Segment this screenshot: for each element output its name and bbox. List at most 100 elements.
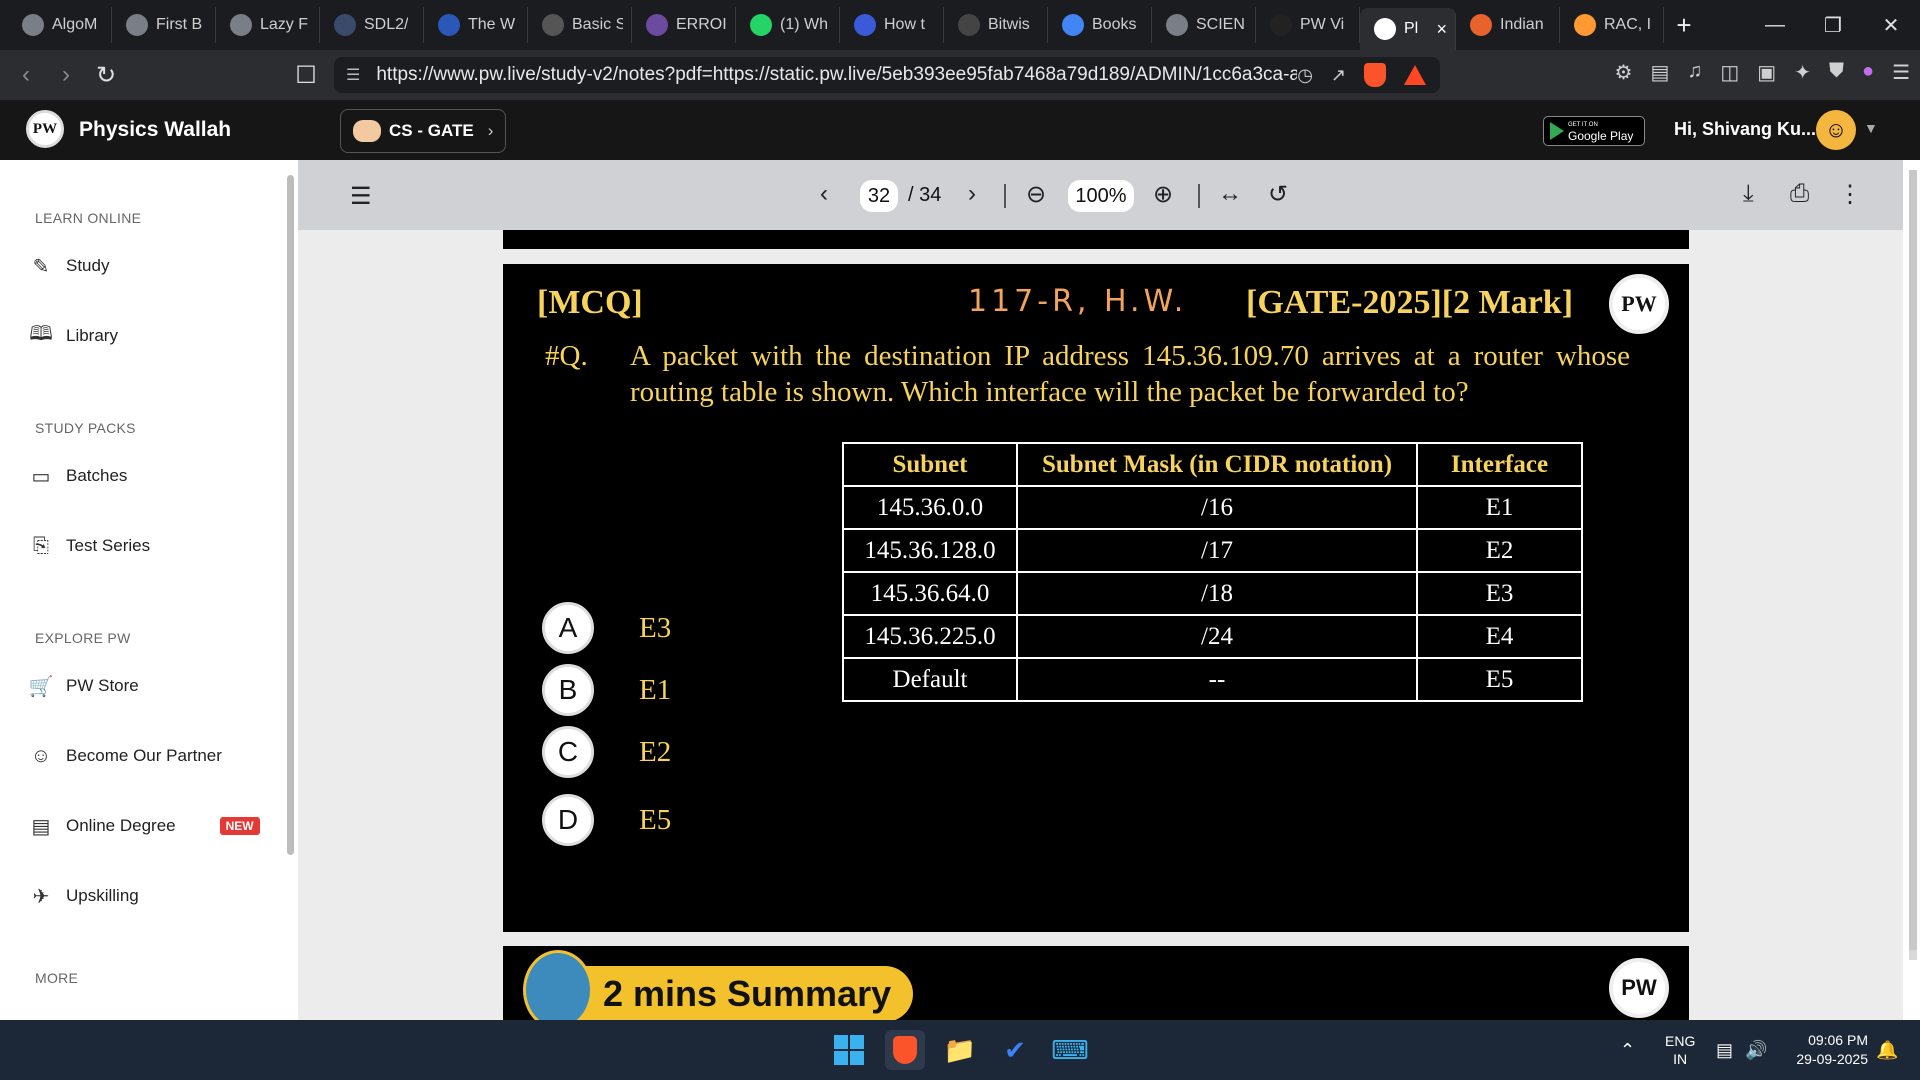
forward-button[interactable]: › <box>48 57 84 93</box>
more-options-icon[interactable]: ⋮ <box>1838 180 1862 209</box>
volume-icon[interactable]: 🔊 <box>1745 1040 1767 1061</box>
leo-icon[interactable]: ✦ <box>1794 60 1811 85</box>
browser-tab[interactable]: SCIEN <box>1152 7 1256 43</box>
language-label: ENG <box>1665 1033 1696 1049</box>
windows-start-icon[interactable] <box>829 1030 869 1070</box>
tab-label: Books <box>1092 16 1137 33</box>
pw-watermark-logo: PW <box>1609 274 1669 334</box>
site-settings-icon[interactable]: ☰ <box>346 65 360 85</box>
browser-tab[interactable]: SDL2/ <box>320 7 424 43</box>
tab-favicon-icon <box>1270 14 1292 36</box>
restore-button[interactable]: ❐ <box>1804 0 1862 50</box>
vpn-icon[interactable]: ⛊ <box>1829 60 1844 85</box>
brave-browser-icon[interactable] <box>885 1030 925 1070</box>
browser-tab[interactable]: RAC, I <box>1560 7 1664 43</box>
browser-tab-bar: AlgoM First B Lazy F SDL2/The W Basic S ERROI… <box>0 0 1920 50</box>
media-icon[interactable]: ♫ <box>1687 60 1702 85</box>
brave-shields-icon[interactable] <box>1364 63 1386 87</box>
browser-tab[interactable]: ERROI <box>632 7 736 43</box>
pdf-page-area[interactable]: [MCQ] 117-R, H.W. [GATE-2025][2 Mark] PW… <box>298 230 1903 1020</box>
fit-width-icon[interactable]: ↔ <box>1218 180 1242 208</box>
address-bar[interactable]: ☰ https://www.pw.live/study-v2/notes?pdf… <box>334 57 1440 93</box>
chevron-right-icon: › <box>487 121 494 140</box>
browser-tab[interactable]: Books <box>1048 7 1152 43</box>
clock[interactable]: 09:06 PM 29-09-2025 <box>1786 1020 1868 1080</box>
browser-tab[interactable]: The W <box>424 7 528 43</box>
notification-bell-icon[interactable]: 🔔 <box>1876 1020 1898 1080</box>
share-icon[interactable]: ↗ <box>1331 65 1346 86</box>
browser-tab[interactable]: Pl × <box>1360 8 1456 50</box>
summary-illustration <box>523 950 593 1020</box>
language-indicator[interactable]: ENG IN <box>1665 1020 1695 1080</box>
sidebar-item-library[interactable]: 🕮 Library <box>29 323 118 347</box>
todo-icon[interactable]: ✔ <box>995 1030 1035 1070</box>
caret-down-icon[interactable]: ▼ <box>1864 120 1878 136</box>
previous-page-button[interactable]: ‹ <box>820 180 828 208</box>
file-explorer-icon[interactable]: 📁 <box>940 1030 980 1070</box>
zoom-in-icon[interactable]: ⊕ <box>1153 180 1173 209</box>
tab-close-icon[interactable]: × <box>1436 19 1447 40</box>
table-cell: E3 <box>1416 571 1583 616</box>
page-number-input[interactable]: 32 <box>860 180 898 212</box>
browser-tab[interactable]: Bitwis <box>944 7 1048 43</box>
pdf-page: [MCQ] 117-R, H.W. [GATE-2025][2 Mark] PW… <box>503 264 1689 932</box>
tab-label: AlgoM <box>52 16 98 33</box>
sidebar-item-upskilling[interactable]: ✈ Upskilling <box>30 885 139 908</box>
new-tab-button[interactable]: + <box>1664 10 1704 41</box>
sidebar-scrollbar[interactable] <box>287 175 294 855</box>
url-text[interactable]: https://www.pw.live/study-v2/notes?pdf=h… <box>376 64 1297 86</box>
sidebar-heading: LEARN ONLINE <box>35 210 142 226</box>
monitor-icon: ▭ <box>31 465 51 488</box>
browser-tab[interactable]: First B <box>112 7 216 43</box>
sidebar-item-test-series[interactable]: ⎘ Test Series <box>30 535 150 557</box>
tab-label: The W <box>468 16 516 33</box>
browser-tab[interactable]: Lazy F <box>216 7 320 43</box>
browser-tab[interactable]: AlgoM <box>8 7 112 43</box>
browser-tab[interactable]: PW Vi <box>1256 7 1360 43</box>
next-page-button[interactable]: › <box>968 180 976 208</box>
show-hidden-icons[interactable]: ⌃ <box>1620 1020 1635 1080</box>
sidebar-item-online-degree[interactable]: ▤ Online Degree NEW <box>30 815 260 838</box>
windows-taskbar: 📁 ✔ ⌨ ⌃ ENG IN ▤ 🔊 09:06 PM 29-09-2025 🔔 <box>0 1020 1920 1080</box>
brand-name[interactable]: Physics Wallah <box>79 118 231 142</box>
wallet-icon[interactable]: ▣ <box>1757 60 1776 85</box>
brave-rewards-icon[interactable] <box>1404 65 1426 85</box>
sidebar-icon[interactable]: ◫ <box>1720 60 1739 85</box>
browser-tab[interactable]: (1) Wh <box>736 7 840 43</box>
sidebar-item-study[interactable]: ✎ Study <box>30 255 110 278</box>
scrollbar-thumb[interactable] <box>1909 170 1917 950</box>
network-icon[interactable]: ▤ <box>1716 1040 1733 1061</box>
browser-tab[interactable]: Indian <box>1456 7 1560 43</box>
rotate-icon[interactable]: ↺ <box>1268 180 1288 209</box>
menu-icon[interactable]: ☰ <box>1892 60 1910 85</box>
avatar[interactable]: ☺ <box>1816 110 1856 150</box>
back-button[interactable]: ‹ <box>8 57 44 93</box>
zoom-out-icon[interactable]: ⊖ <box>1026 180 1046 209</box>
sidebar-item-become-our-partner[interactable]: ☺ Become Our Partner <box>30 745 222 767</box>
close-window-button[interactable]: ✕ <box>1862 0 1920 50</box>
sidebar-item-pw-store[interactable]: 🛒 PW Store <box>29 675 139 698</box>
extensions-icon[interactable]: ⚙ <box>1615 60 1633 85</box>
zoom-level[interactable]: 100% <box>1068 180 1134 212</box>
pw-logo[interactable]: PW <box>26 110 64 148</box>
pdf-scrollbar[interactable] <box>1909 170 1917 960</box>
user-greeting[interactable]: Hi, Shivang Ku... <box>1674 119 1816 140</box>
browser-tab[interactable]: Basic S <box>528 7 632 43</box>
browser-tab[interactable]: How t <box>840 7 944 43</box>
download-icon[interactable]: ⤓ <box>1743 180 1754 208</box>
print-icon[interactable]: ⎙ <box>1790 180 1809 208</box>
history-icon[interactable]: ◷ <box>1297 65 1313 86</box>
course-selector[interactable]: CS - GATE › <box>340 109 506 153</box>
tab-label: Lazy F <box>260 16 309 33</box>
bookmark-icon[interactable]: ☐ <box>288 57 324 93</box>
tab-label: Pl <box>1404 20 1419 37</box>
reader-icon[interactable]: ▤ <box>1650 60 1669 85</box>
reload-button[interactable]: ↻ <box>88 57 124 93</box>
tab-favicon-icon <box>1062 14 1084 36</box>
keyboard-app-icon[interactable]: ⌨ <box>1050 1030 1090 1070</box>
minimize-button[interactable]: — <box>1746 0 1804 50</box>
sidebar-item-batches[interactable]: ▭ Batches <box>30 465 128 488</box>
google-play-button[interactable]: GET IT ON Google Play <box>1543 116 1645 146</box>
profile-icon[interactable]: ● <box>1862 60 1874 85</box>
hamburger-menu-icon[interactable]: ☰ <box>350 182 372 211</box>
